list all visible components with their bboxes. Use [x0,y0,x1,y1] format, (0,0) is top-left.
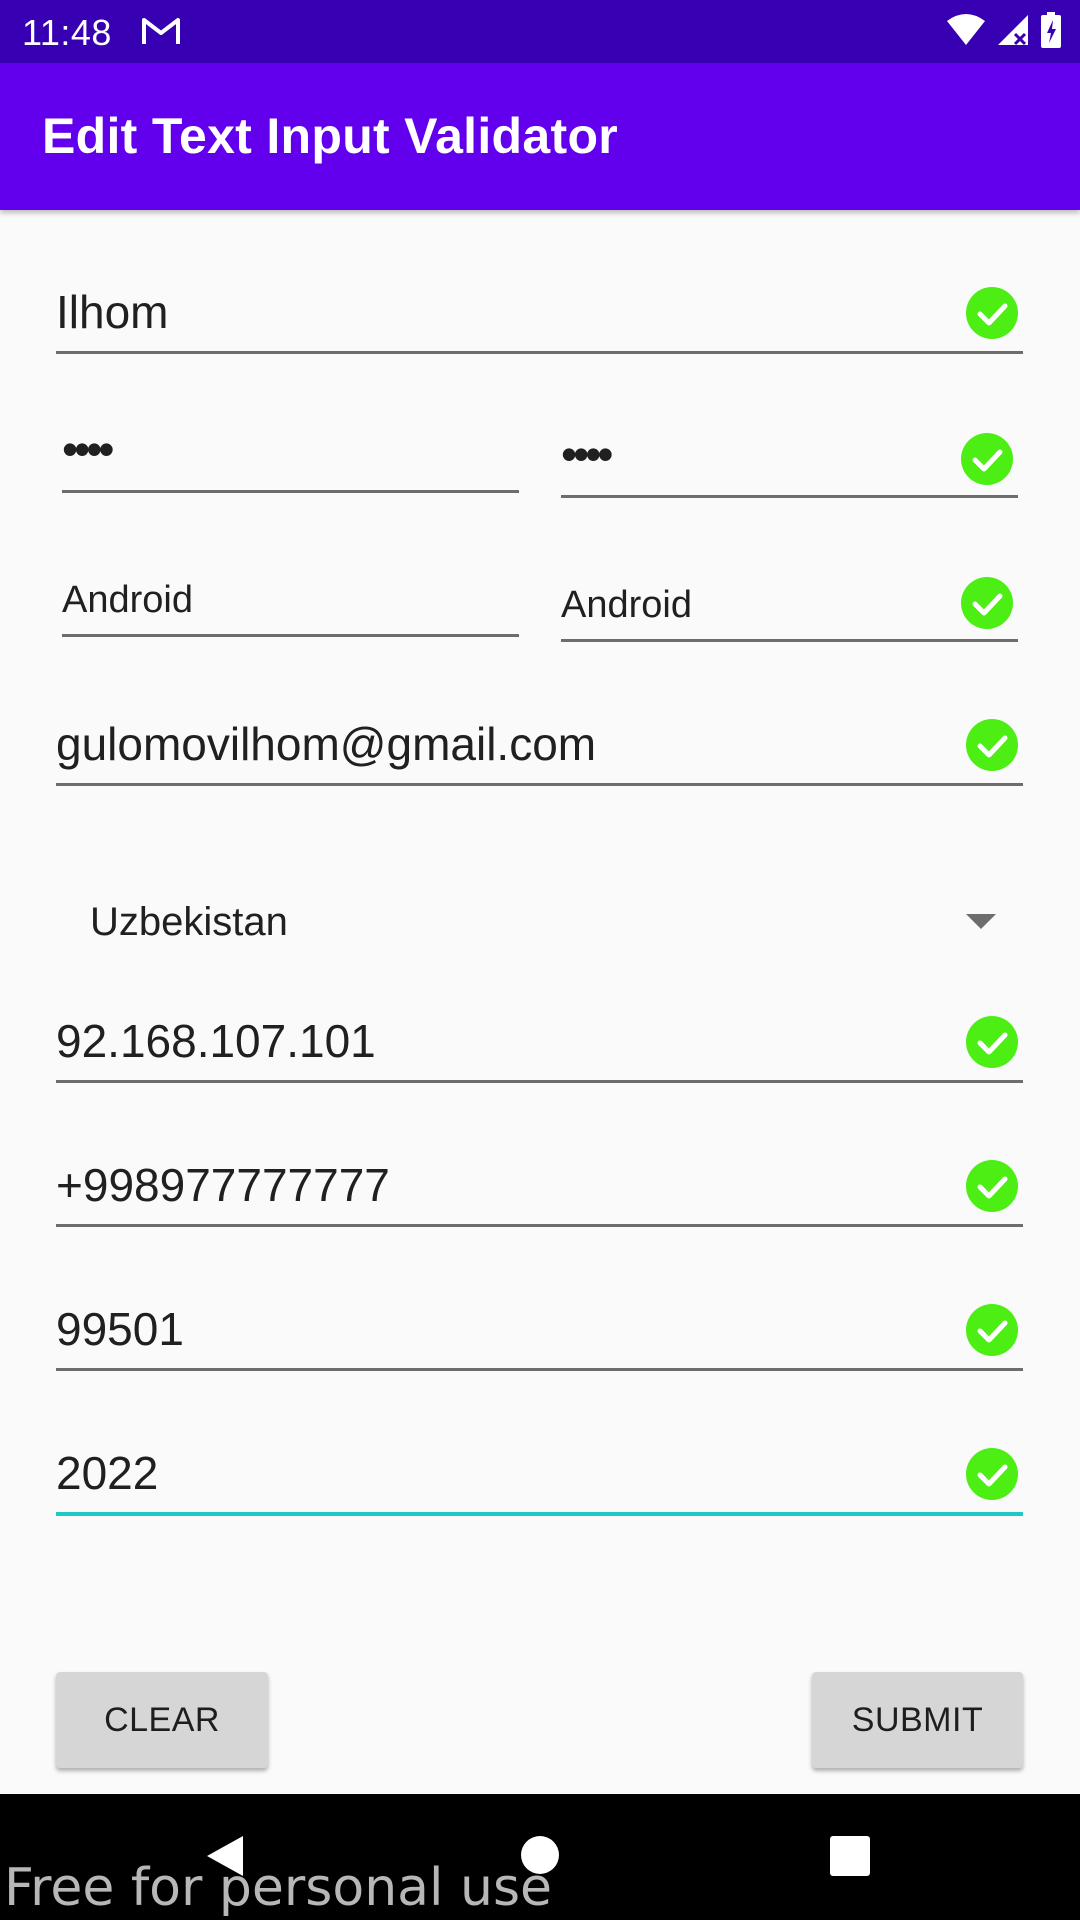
text-field-1-value: Android [62,579,193,621]
app-bar: Edit Text Input Validator [0,63,1080,210]
email-field-value: gulomovilhom@gmail.com [56,718,597,770]
zip-field-value: 99501 [56,1303,184,1355]
check-icon [966,287,1018,339]
text-field-2[interactable]: Android [561,556,1018,642]
country-dropdown-value: Uzbekistan [90,900,288,944]
check-icon [961,433,1013,485]
password-field-value: •••• [62,423,114,475]
check-icon [966,1160,1018,1212]
chevron-down-icon [966,914,996,929]
phone-field-value: +998977777777 [56,1159,390,1211]
status-icons [946,12,1062,48]
gmail-icon [142,18,180,44]
submit-button[interactable]: SUBMIT [812,1672,1023,1768]
email-field[interactable]: gulomovilhom@gmail.com [56,704,1023,786]
year-field[interactable]: 2022 [56,1433,1023,1516]
check-icon [966,719,1018,771]
page-title: Edit Text Input Validator [42,108,619,164]
ip-address-field-value: 92.168.107.101 [56,1015,376,1067]
recents-icon[interactable] [830,1836,870,1876]
watermark: Free for personal use [4,1858,553,1918]
wifi-icon [947,14,985,45]
check-icon [966,1448,1018,1500]
battery-icon [1041,12,1061,48]
confirm-password-field-value: •••• [561,428,613,480]
password-field[interactable]: •••• [62,412,519,493]
signal-icon [998,15,1028,46]
phone-field[interactable]: +998977777777 [56,1145,1023,1227]
status-bar: 11:48 [0,0,1080,63]
name-field[interactable]: Ilhom [56,272,1023,354]
clear-button[interactable]: CLEAR [56,1672,268,1768]
text-field-1[interactable]: Android [62,556,519,637]
confirm-password-field[interactable]: •••• [561,412,1018,498]
name-field-value: Ilhom [56,286,169,338]
check-icon [966,1304,1018,1356]
check-icon [961,577,1013,629]
status-time: 11:48 [22,12,112,53]
check-icon [966,1016,1018,1068]
country-dropdown[interactable]: Uzbekistan [56,880,1012,968]
ip-address-field[interactable]: 92.168.107.101 [56,1001,1023,1083]
text-field-2-value: Android [561,584,692,626]
year-field-value: 2022 [56,1447,159,1499]
zip-field[interactable]: 99501 [56,1289,1023,1371]
